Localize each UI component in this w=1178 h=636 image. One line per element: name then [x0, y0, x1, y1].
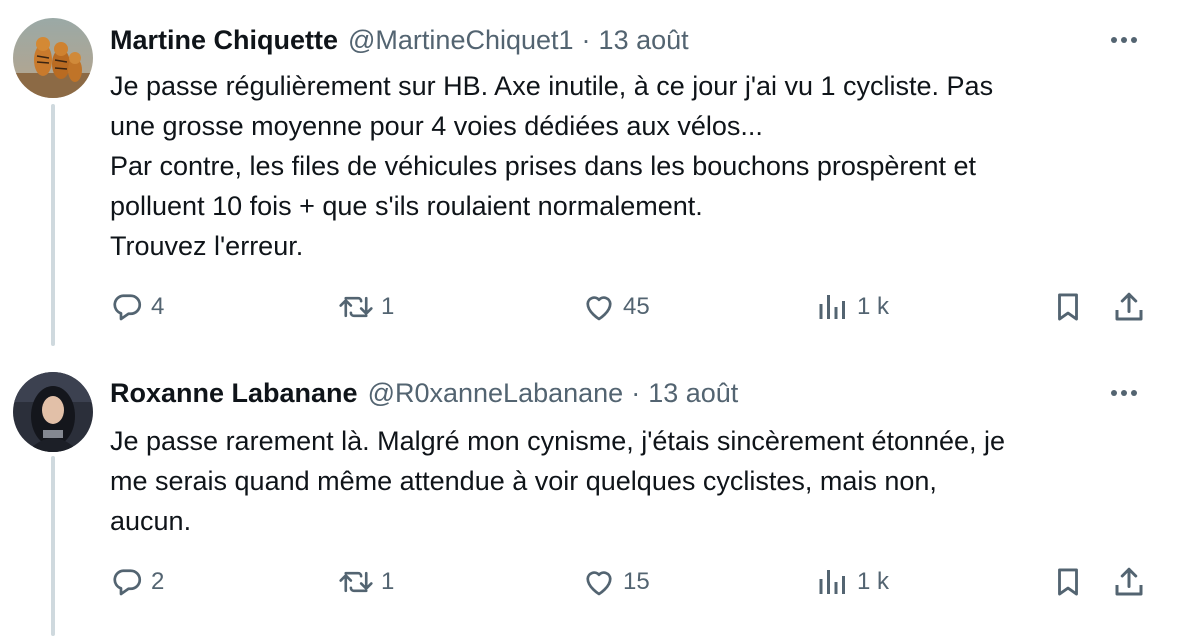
- reply-icon: [113, 569, 142, 596]
- more-icon: [1111, 390, 1137, 396]
- bookmark-icon: [1058, 293, 1078, 321]
- views-button[interactable]: 1 k: [815, 560, 889, 604]
- like-count: 15: [623, 568, 650, 595]
- thread-line: [51, 456, 55, 636]
- bookmark-button[interactable]: [1051, 560, 1085, 604]
- like-count: 45: [623, 293, 650, 320]
- repost-button[interactable]: 1: [337, 285, 394, 329]
- tweet-date[interactable]: 13 août: [599, 25, 689, 56]
- repost-count: 1: [381, 568, 395, 595]
- action-bar: 2 1 15 1 k: [105, 560, 1150, 604]
- tweet-text-line: Je passe rarement là. Malgré mon cynisme…: [110, 426, 1006, 456]
- separator-dot: ·: [581, 24, 591, 55]
- tweet[interactable]: Roxanne Labanane @R0xanneLabanane · 13 a…: [0, 346, 1178, 636]
- like-button[interactable]: 15: [581, 560, 650, 604]
- tweet-text-line: une grosse moyenne pour 4 voies dédiées …: [110, 111, 763, 141]
- tweet-text-line: polluent 10 fois + que s'ils roulaient n…: [110, 191, 703, 221]
- tweet-text-line: Je passe régulièrement sur HB. Axe inuti…: [110, 71, 994, 101]
- display-name[interactable]: Martine Chiquette: [110, 25, 338, 56]
- views-icon: [819, 570, 845, 594]
- like-button[interactable]: 45: [581, 285, 650, 329]
- reply-icon: [113, 294, 142, 321]
- repost-button[interactable]: 1: [337, 560, 394, 604]
- avatar[interactable]: [13, 372, 93, 452]
- heart-icon: [586, 296, 612, 321]
- share-button[interactable]: [1111, 560, 1147, 604]
- share-button[interactable]: [1111, 285, 1147, 329]
- bookmark-button[interactable]: [1051, 285, 1085, 329]
- separator-dot: ·: [631, 377, 641, 408]
- reply-count: 2: [151, 568, 165, 595]
- tweet-header: Martine Chiquette @MartineChiquet1 · 13 …: [110, 22, 1078, 58]
- reply-count: 4: [151, 293, 165, 320]
- views-count: 1 k: [857, 568, 890, 595]
- repost-icon: [339, 296, 373, 318]
- heart-icon: [586, 571, 612, 596]
- reply-button[interactable]: 4: [109, 285, 164, 329]
- bookmark-icon: [1058, 568, 1078, 596]
- tweet[interactable]: Martine Chiquette @MartineChiquet1 · 13 …: [0, 0, 1178, 346]
- tweet-date[interactable]: 13 août: [648, 378, 738, 409]
- avatar-woman-photo: [13, 372, 93, 452]
- repost-count: 1: [381, 293, 395, 320]
- more-button[interactable]: [1106, 375, 1142, 411]
- tweet-text-line: Par contre, les files de véhicules prise…: [110, 151, 976, 181]
- tweet-text: Je passe rarement là. Malgré mon cynisme…: [110, 421, 1150, 541]
- reply-button[interactable]: 2: [109, 560, 164, 604]
- avatar-tigers-photo: [13, 18, 93, 98]
- display-name[interactable]: Roxanne Labanane: [110, 378, 358, 409]
- user-handle[interactable]: @MartineChiquet1: [348, 25, 574, 56]
- views-count: 1 k: [857, 293, 890, 320]
- tweet-text: Je passe régulièrement sur HB. Axe inuti…: [110, 66, 1150, 266]
- more-button[interactable]: [1106, 22, 1142, 58]
- views-button[interactable]: 1 k: [815, 285, 889, 329]
- thread-line: [51, 104, 55, 346]
- tweet-text-line: me serais quand même attendue à voir que…: [110, 466, 937, 496]
- user-handle[interactable]: @R0xanneLabanane: [368, 378, 624, 409]
- share-icon: [1115, 567, 1143, 596]
- action-bar: 4 1 45 1 k: [105, 285, 1150, 329]
- more-icon: [1111, 37, 1137, 43]
- share-icon: [1115, 292, 1143, 321]
- views-icon: [819, 295, 845, 319]
- tweet-text-line: aucun.: [110, 506, 192, 536]
- tweet-text-line: Trouvez l'erreur.: [110, 231, 304, 261]
- avatar[interactable]: [13, 18, 93, 98]
- repost-icon: [339, 571, 373, 593]
- tweet-header: Roxanne Labanane @R0xanneLabanane · 13 a…: [110, 375, 1078, 411]
